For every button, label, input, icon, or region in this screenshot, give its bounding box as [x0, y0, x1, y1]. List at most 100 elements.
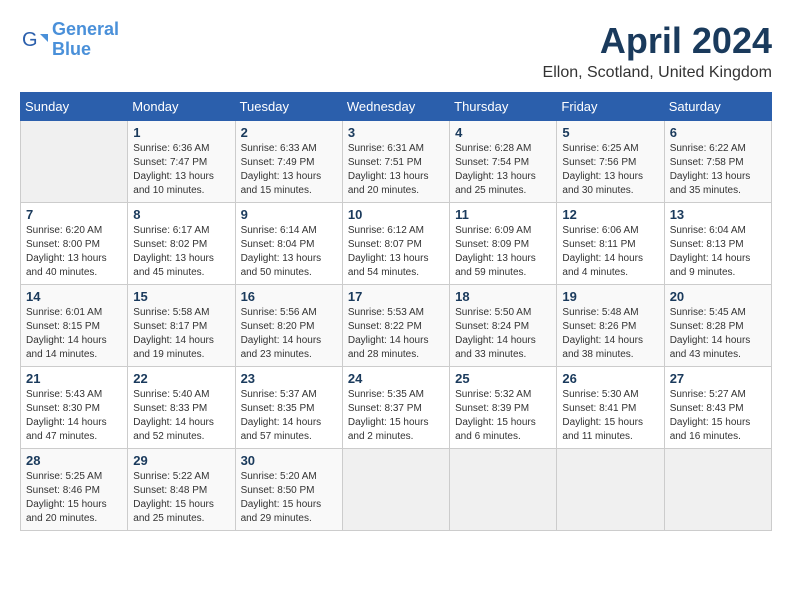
- day-info: Sunrise: 6:22 AMSunset: 7:58 PMDaylight:…: [670, 142, 766, 198]
- day-number: 4: [455, 125, 551, 140]
- day-info: Sunrise: 6:25 AMSunset: 7:56 PMDaylight:…: [562, 142, 658, 198]
- calendar-cell: 23 Sunrise: 5:37 AMSunset: 8:35 PMDayligh…: [235, 367, 342, 449]
- day-number: 25: [455, 371, 551, 386]
- calendar-cell: 27Sunrise: 5:27 AMSunset: 8:43 PMDayligh…: [664, 367, 771, 449]
- calendar-cell: 18Sunrise: 5:50 AMSunset: 8:24 PMDayligh…: [450, 285, 557, 367]
- calendar-cell: [342, 449, 449, 531]
- day-number: 9: [241, 207, 337, 222]
- calendar-cell: 6 Sunrise: 6:22 AMSunset: 7:58 PMDaylight…: [664, 121, 771, 203]
- day-number: 16: [241, 289, 337, 304]
- day-number: 3: [348, 125, 444, 140]
- calendar-cell: 19Sunrise: 5:48 AMSunset: 8:26 PMDayligh…: [557, 285, 664, 367]
- calendar-cell: 1 Sunrise: 6:36 AMSunset: 7:47 PMDaylight…: [128, 121, 235, 203]
- calendar-week-1: 7 Sunrise: 6:20 AMSunset: 8:00 PMDaylight…: [21, 203, 772, 285]
- calendar-cell: [557, 449, 664, 531]
- day-info: Sunrise: 5:35 AMSunset: 8:37 PMDaylight:…: [348, 388, 444, 444]
- calendar-cell: 20Sunrise: 5:45 AMSunset: 8:28 PMDayligh…: [664, 285, 771, 367]
- day-info: Sunrise: 5:27 AMSunset: 8:43 PMDaylight:…: [670, 388, 766, 444]
- calendar-cell: 2 Sunrise: 6:33 AMSunset: 7:49 PMDaylight…: [235, 121, 342, 203]
- page-header: G General Blue April 2024 Ellon, Scotlan…: [20, 20, 772, 82]
- header-sunday: Sunday: [21, 93, 128, 121]
- day-info: Sunrise: 6:14 AMSunset: 8:04 PMDaylight:…: [241, 224, 337, 280]
- day-info: Sunrise: 6:31 AMSunset: 7:51 PMDaylight:…: [348, 142, 444, 198]
- day-number: 8: [133, 207, 229, 222]
- calendar-week-0: 1 Sunrise: 6:36 AMSunset: 7:47 PMDaylight…: [21, 121, 772, 203]
- month-title: April 2024: [543, 20, 772, 62]
- day-number: 12: [562, 207, 658, 222]
- day-info: Sunrise: 6:20 AMSunset: 8:00 PMDaylight:…: [26, 224, 122, 280]
- calendar-table: Sunday Monday Tuesday Wednesday Thursday…: [20, 92, 772, 531]
- calendar-cell: 17Sunrise: 5:53 AMSunset: 8:22 PMDayligh…: [342, 285, 449, 367]
- day-info: Sunrise: 6:36 AMSunset: 7:47 PMDaylight:…: [133, 142, 229, 198]
- day-info: Sunrise: 6:01 AMSunset: 8:15 PMDaylight:…: [26, 306, 122, 362]
- logo-blue: Blue: [52, 40, 119, 60]
- day-info: Sunrise: 5:22 AMSunset: 8:48 PMDaylight:…: [133, 470, 229, 526]
- day-info: Sunrise: 5:32 AMSunset: 8:39 PMDaylight:…: [455, 388, 551, 444]
- weekday-header-row: Sunday Monday Tuesday Wednesday Thursday…: [21, 93, 772, 121]
- logo-general: General: [52, 19, 119, 39]
- day-number: 7: [26, 207, 122, 222]
- day-info: Sunrise: 5:53 AMSunset: 8:22 PMDaylight:…: [348, 306, 444, 362]
- day-info: Sunrise: 6:28 AMSunset: 7:54 PMDaylight:…: [455, 142, 551, 198]
- calendar-cell: 8 Sunrise: 6:17 AMSunset: 8:02 PMDaylight…: [128, 203, 235, 285]
- calendar-cell: 9 Sunrise: 6:14 AMSunset: 8:04 PMDaylight…: [235, 203, 342, 285]
- calendar-week-3: 21Sunrise: 5:43 AMSunset: 8:30 PMDayligh…: [21, 367, 772, 449]
- calendar-cell: 3 Sunrise: 6:31 AMSunset: 7:51 PMDaylight…: [342, 121, 449, 203]
- header-saturday: Saturday: [664, 93, 771, 121]
- day-info: Sunrise: 6:04 AMSunset: 8:13 PMDaylight:…: [670, 224, 766, 280]
- calendar-cell: 13 Sunrise: 6:04 AMSunset: 8:13 PMDayligh…: [664, 203, 771, 285]
- day-number: 23: [241, 371, 337, 386]
- calendar-cell: 11Sunrise: 6:09 AMSunset: 8:09 PMDayligh…: [450, 203, 557, 285]
- calendar-week-2: 14 Sunrise: 6:01 AMSunset: 8:15 PMDayligh…: [21, 285, 772, 367]
- calendar-cell: 28 Sunrise: 5:25 AMSunset: 8:46 PMDayligh…: [21, 449, 128, 531]
- calendar-cell: 24 Sunrise: 5:35 AMSunset: 8:37 PMDayligh…: [342, 367, 449, 449]
- day-number: 19: [562, 289, 658, 304]
- day-number: 28: [26, 453, 122, 468]
- title-area: April 2024 Ellon, Scotland, United Kingd…: [543, 20, 772, 82]
- header-thursday: Thursday: [450, 93, 557, 121]
- day-number: 24: [348, 371, 444, 386]
- day-number: 5: [562, 125, 658, 140]
- header-friday: Friday: [557, 93, 664, 121]
- calendar-cell: 26Sunrise: 5:30 AMSunset: 8:41 PMDayligh…: [557, 367, 664, 449]
- day-info: Sunrise: 6:12 AMSunset: 8:07 PMDaylight:…: [348, 224, 444, 280]
- calendar-cell: 10 Sunrise: 6:12 AMSunset: 8:07 PMDayligh…: [342, 203, 449, 285]
- day-info: Sunrise: 5:50 AMSunset: 8:24 PMDaylight:…: [455, 306, 551, 362]
- day-info: Sunrise: 5:30 AMSunset: 8:41 PMDaylight:…: [562, 388, 658, 444]
- header-monday: Monday: [128, 93, 235, 121]
- day-info: Sunrise: 5:56 AMSunset: 8:20 PMDaylight:…: [241, 306, 337, 362]
- calendar-cell: 21Sunrise: 5:43 AMSunset: 8:30 PMDayligh…: [21, 367, 128, 449]
- svg-text:G: G: [22, 29, 38, 51]
- day-number: 20: [670, 289, 766, 304]
- calendar-cell: 22 Sunrise: 5:40 AMSunset: 8:33 PMDayligh…: [128, 367, 235, 449]
- day-info: Sunrise: 6:06 AMSunset: 8:11 PMDaylight:…: [562, 224, 658, 280]
- logo-text: General Blue: [52, 20, 119, 60]
- day-info: Sunrise: 5:20 AMSunset: 8:50 PMDaylight:…: [241, 470, 337, 526]
- calendar-cell: 15 Sunrise: 5:58 AMSunset: 8:17 PMDayligh…: [128, 285, 235, 367]
- day-number: 14: [26, 289, 122, 304]
- day-number: 15: [133, 289, 229, 304]
- calendar-cell: [450, 449, 557, 531]
- day-number: 22: [133, 371, 229, 386]
- day-info: Sunrise: 5:37 AMSunset: 8:35 PMDaylight:…: [241, 388, 337, 444]
- day-number: 13: [670, 207, 766, 222]
- day-number: 6: [670, 125, 766, 140]
- day-info: Sunrise: 5:43 AMSunset: 8:30 PMDaylight:…: [26, 388, 122, 444]
- calendar-cell: 16 Sunrise: 5:56 AMSunset: 8:20 PMDayligh…: [235, 285, 342, 367]
- day-info: Sunrise: 5:58 AMSunset: 8:17 PMDaylight:…: [133, 306, 229, 362]
- calendar-cell: 14 Sunrise: 6:01 AMSunset: 8:15 PMDayligh…: [21, 285, 128, 367]
- calendar-cell: [21, 121, 128, 203]
- day-number: 30: [241, 453, 337, 468]
- location: Ellon, Scotland, United Kingdom: [543, 64, 772, 82]
- day-number: 10: [348, 207, 444, 222]
- day-info: Sunrise: 5:25 AMSunset: 8:46 PMDaylight:…: [26, 470, 122, 526]
- day-number: 1: [133, 125, 229, 140]
- calendar-cell: 7 Sunrise: 6:20 AMSunset: 8:00 PMDaylight…: [21, 203, 128, 285]
- day-info: Sunrise: 5:40 AMSunset: 8:33 PMDaylight:…: [133, 388, 229, 444]
- day-number: 2: [241, 125, 337, 140]
- day-info: Sunrise: 6:33 AMSunset: 7:49 PMDaylight:…: [241, 142, 337, 198]
- day-number: 29: [133, 453, 229, 468]
- header-wednesday: Wednesday: [342, 93, 449, 121]
- day-info: Sunrise: 6:17 AMSunset: 8:02 PMDaylight:…: [133, 224, 229, 280]
- logo: G General Blue: [20, 20, 119, 60]
